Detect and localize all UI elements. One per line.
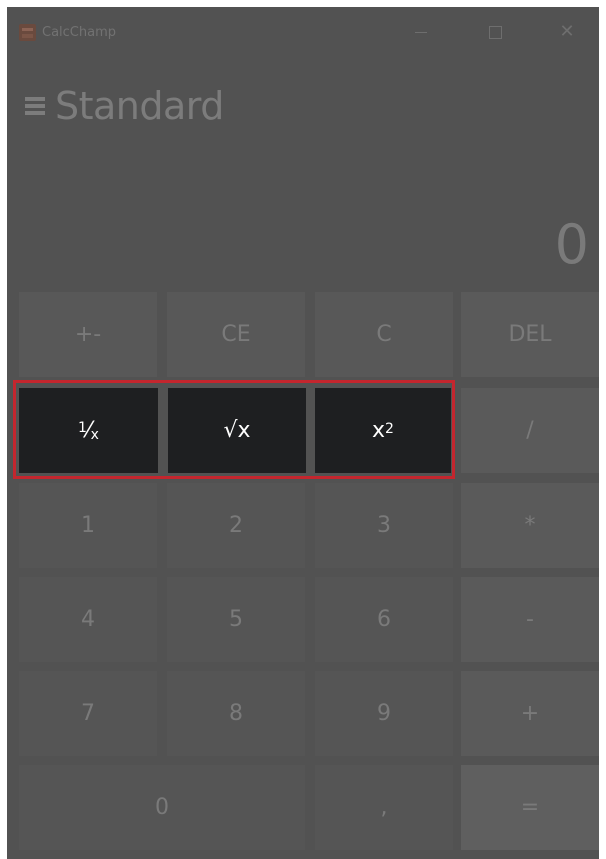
title-bar: CalcChamp ✕ xyxy=(7,7,599,61)
decimal-button[interactable]: , xyxy=(315,765,453,850)
clear-button[interactable]: C xyxy=(315,292,453,377)
negate-button[interactable]: +- xyxy=(19,292,157,377)
digit-7-button[interactable]: 7 xyxy=(19,671,157,756)
add-button[interactable]: + xyxy=(461,671,599,756)
reciprocal-x: x xyxy=(90,426,99,443)
minimize-button[interactable] xyxy=(399,15,443,49)
minimize-icon xyxy=(415,31,427,33)
square-root-button[interactable]: √x xyxy=(168,388,306,473)
result-display: 0 xyxy=(554,213,589,276)
digit-0-button[interactable]: 0 xyxy=(19,765,305,850)
divide-button[interactable]: / xyxy=(461,388,599,473)
clear-entry-button[interactable]: CE xyxy=(167,292,305,377)
app-icon xyxy=(19,24,36,41)
digit-1-button[interactable]: 1 xyxy=(19,483,157,568)
digit-9-button[interactable]: 9 xyxy=(315,671,453,756)
subtract-button[interactable]: - xyxy=(461,577,599,662)
reciprocal-button[interactable]: 1 ⁄ x xyxy=(19,388,158,473)
delete-button[interactable]: DEL xyxy=(461,292,599,377)
digit-8-button[interactable]: 8 xyxy=(167,671,305,756)
digit-2-button[interactable]: 2 xyxy=(167,483,305,568)
maximize-icon xyxy=(488,25,502,39)
app-title: CalcChamp xyxy=(42,25,117,40)
digit-6-button[interactable]: 6 xyxy=(315,577,453,662)
maximize-button[interactable] xyxy=(473,15,517,49)
digit-5-button[interactable]: 5 xyxy=(167,577,305,662)
equals-button[interactable]: = xyxy=(461,765,599,850)
multiply-button[interactable]: * xyxy=(461,483,599,568)
reciprocal-numerator: 1 xyxy=(78,419,87,436)
hamburger-menu-icon[interactable] xyxy=(25,97,45,116)
close-button[interactable]: ✕ xyxy=(545,15,589,49)
square-exponent: 2 xyxy=(385,420,394,437)
square-base: x xyxy=(372,418,386,443)
mode-title: Standard xyxy=(55,84,224,128)
close-icon: ✕ xyxy=(559,21,575,42)
digit-3-button[interactable]: 3 xyxy=(315,483,453,568)
square-button[interactable]: x2 xyxy=(315,388,451,473)
digit-4-button[interactable]: 4 xyxy=(19,577,157,662)
